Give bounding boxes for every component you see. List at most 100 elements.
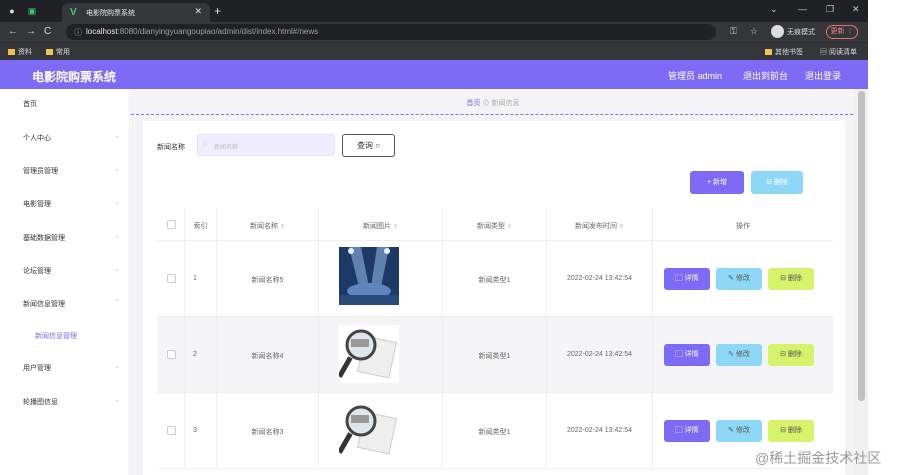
exit-to-front-link[interactable]: 退出到前台 — [743, 69, 788, 82]
search-icon: ○ — [203, 141, 208, 148]
bookmark-folder-2[interactable]: 常用 — [46, 47, 70, 57]
bookmark-label: 其他书签 — [775, 49, 803, 56]
back-icon[interactable]: ← — [8, 26, 18, 37]
breadcrumb: 首页 ⊘ 新闻信息 — [131, 98, 855, 108]
bookmark-label: 常用 — [56, 49, 70, 56]
delete-button[interactable]: ⊟ 删除 — [768, 268, 814, 290]
browser-window: ● ▣ V 电影院购票系统 ✕ + ⌄ — ❐ ✕ ← → C ⓘ localh… — [0, 0, 868, 475]
sidebar-item-user[interactable]: 用户管理 ⌄ — [0, 355, 130, 379]
detail-button[interactable]: ▢ 详情 — [664, 344, 710, 366]
row-name: 新闻名称4 — [251, 353, 284, 360]
edit-icon: ✎ — [728, 427, 736, 434]
search-input[interactable]: ○ 新闻名称 — [197, 134, 335, 156]
sidebar-subitem-news-manage[interactable]: 新闻信息管理 — [0, 323, 130, 347]
admin-user-label: 管理员 admin — [668, 71, 723, 81]
select-all-checkbox[interactable] — [167, 220, 176, 229]
folder-icon — [8, 49, 15, 55]
sort-icon[interactable]: ⇕ — [393, 224, 398, 230]
delete-button[interactable]: ⊟ 删除 — [768, 344, 814, 366]
sidebar-item-forum[interactable]: 论坛管理 ⌄ — [0, 258, 130, 282]
search-placeholder: 新闻名称 — [214, 145, 239, 151]
row-checkbox[interactable] — [167, 426, 176, 435]
news-image-magnifier[interactable] — [339, 325, 399, 383]
address-bar: ← → C ⓘ localhost:8080/dianyingyuangoupi… — [0, 22, 868, 42]
minimize-icon[interactable]: — — [798, 4, 807, 14]
extension-icon[interactable]: ▣ — [26, 5, 38, 17]
close-tab-icon[interactable]: ✕ — [194, 6, 202, 17]
search-icon: ○ — [375, 141, 381, 150]
row-index: 3 — [193, 427, 197, 434]
incognito-avatar-icon — [771, 25, 784, 38]
sidebar-item-label: 轮播图信息 — [23, 399, 58, 406]
delete-button[interactable]: ⊟ 删除 — [768, 420, 814, 442]
batch-delete-button[interactable]: ⊟ 删除 — [751, 171, 803, 194]
sort-icon[interactable]: ⇕ — [619, 224, 624, 230]
sidebar-item-carousel[interactable]: 轮播图信息 ⌄ — [0, 389, 130, 413]
edit-button[interactable]: ✎ 修改 — [716, 420, 762, 442]
sidebar-item-admin[interactable]: 管理员管理 ⌄ — [0, 158, 130, 182]
tab-search-icon[interactable]: ⌄ — [770, 4, 778, 15]
chevron-down-icon: ⌄ — [114, 233, 120, 240]
row-index: 2 — [193, 351, 197, 358]
row-time: 2022-02-24 13:42:54 — [567, 275, 632, 282]
breadcrumb-home[interactable]: 首页 — [467, 100, 481, 107]
reload-icon[interactable]: C — [44, 26, 51, 37]
detail-label: 详情 — [684, 351, 699, 358]
tab-title: 电影院购票系统 — [86, 10, 135, 17]
delete-label: 删除 — [787, 427, 802, 434]
sidebar-item-profile[interactable]: 个人中心 ⌄ — [0, 125, 130, 149]
row-checkbox[interactable] — [167, 274, 176, 283]
new-tab-icon[interactable]: + — [214, 4, 221, 18]
folder-icon — [765, 49, 772, 55]
detail-button[interactable]: ▢ 详情 — [664, 268, 710, 290]
query-button-label: 查询 — [356, 141, 373, 150]
row-checkbox[interactable] — [167, 350, 176, 359]
update-button[interactable]: 更新 ⋮ — [826, 25, 858, 39]
reading-list[interactable]: ▤ 阅读清单 — [820, 47, 857, 57]
delete-label: 删除 — [787, 351, 802, 358]
main-content: 首页 ⊘ 新闻信息 新闻名称 ○ 新闻名称 查询 ○ + 新增 ⊟ 删除 索引 … — [131, 89, 855, 475]
edit-button[interactable]: ✎ 修改 — [716, 344, 762, 366]
star-icon[interactable]: ☆ — [750, 26, 758, 37]
trash-icon: ⊟ — [780, 351, 788, 358]
browser-tab[interactable]: V 电影院购票系统 ✕ — [62, 3, 210, 22]
other-bookmarks[interactable]: 其他书签 — [765, 47, 803, 57]
header-name: 新闻名称 — [250, 223, 278, 230]
scrollbar-thumb[interactable] — [858, 91, 865, 401]
sidebar-item-news[interactable]: 新闻信息管理 ⌃ — [0, 291, 130, 315]
maximize-icon[interactable]: ❐ — [826, 4, 834, 15]
chevron-down-icon: ⌄ — [114, 266, 120, 273]
news-image-stage[interactable] — [339, 247, 399, 305]
key-icon[interactable]: ⚿ — [730, 26, 737, 37]
app-title: 电影院购票系统 — [32, 70, 117, 84]
news-image-magnifier[interactable] — [339, 401, 399, 459]
forward-icon[interactable]: → — [26, 26, 36, 37]
table-header-row: 索引 新闻名称 ⇕ 新闻图片 ⇕ 新闻类型 ⇕ 新闻发布时间 ⇕ 操作 — [157, 209, 833, 241]
sidebar-item-label: 首页 — [23, 101, 37, 108]
query-button[interactable]: 查询 ○ — [342, 134, 395, 157]
detail-button[interactable]: ▢ 详情 — [664, 420, 710, 442]
sidebar-item-label: 新闻信息管理 — [23, 301, 65, 308]
url-field[interactable]: ⓘ localhost:8080/dianyingyuangoupiao/adm… — [66, 24, 716, 40]
sidebar-item-basic-data[interactable]: 基础数据管理 ⌄ — [0, 225, 130, 249]
incognito-indicator[interactable]: 无痕模式 — [771, 25, 823, 39]
sidebar-item-movie[interactable]: 电影管理 ⌄ — [0, 191, 130, 215]
chevron-down-icon: ⌄ — [114, 166, 120, 173]
header-image: 新闻图片 — [363, 223, 391, 230]
add-button[interactable]: + 新增 — [690, 171, 744, 194]
bookmark-folder-1[interactable]: 资料 — [8, 47, 32, 57]
logout-link[interactable]: 退出登录 — [805, 69, 841, 82]
url-path: :8080/dianyingyuangoupiao/admin/dist/ind… — [117, 27, 319, 36]
info-icon[interactable]: ⓘ — [74, 27, 82, 38]
row-index: 1 — [193, 275, 197, 282]
content-panel: 新闻名称 ○ 新闻名称 查询 ○ + 新增 ⊟ 删除 索引 新闻名称 ⇕ 新闻图… — [143, 121, 845, 475]
sidebar-item-home[interactable]: 首页 — [0, 91, 130, 115]
sidebar-item-label: 用户管理 — [23, 365, 51, 372]
edit-button[interactable]: ✎ 修改 — [716, 268, 762, 290]
table-row: 3 新闻名称3 新闻类型1 2022-02-24 13:42:54 ▢ 详情 ✎… — [157, 393, 833, 469]
page-scrollbar[interactable] — [855, 89, 868, 475]
sort-icon[interactable]: ⇕ — [280, 224, 285, 230]
github-icon[interactable]: ● — [6, 5, 18, 17]
window-close-icon[interactable]: ✕ — [852, 4, 860, 15]
sort-icon[interactable]: ⇕ — [507, 224, 512, 230]
